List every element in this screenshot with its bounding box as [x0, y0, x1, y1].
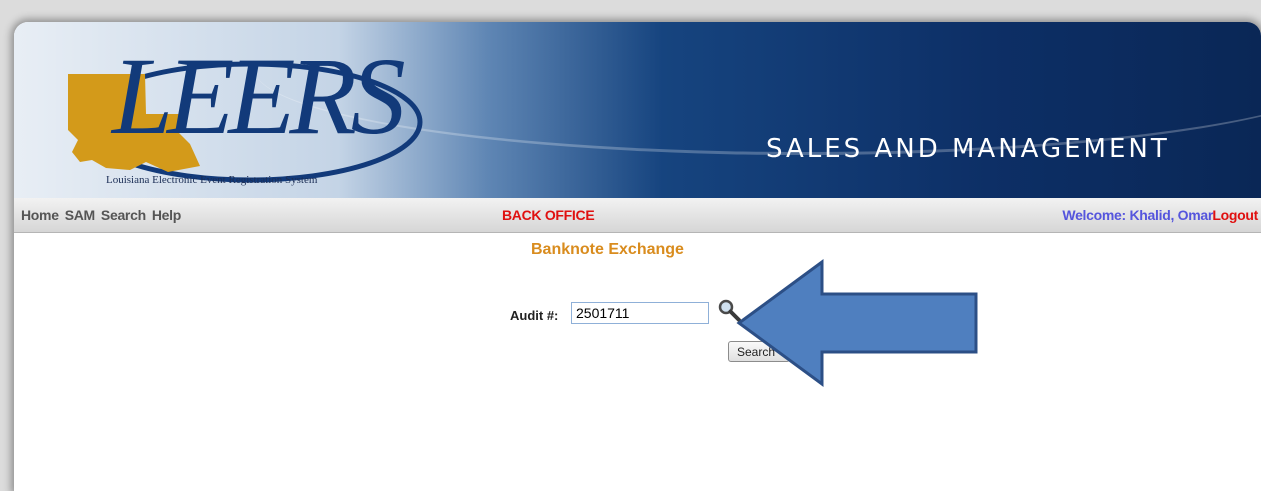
leers-logo: LEERS Louisiana Electronic Event Registr…	[50, 36, 430, 189]
left-arrow-icon	[736, 259, 978, 387]
nav-help-link[interactable]: Help	[152, 207, 181, 223]
audit-number-input[interactable]	[571, 302, 709, 324]
logo-subtitle: Louisiana Electronic Event Registration …	[106, 174, 318, 186]
page-title: Banknote Exchange	[531, 241, 684, 258]
nav-sam-link[interactable]: SAM	[65, 207, 96, 223]
header-banner: LEERS Louisiana Electronic Event Registr…	[14, 22, 1261, 198]
nav-links: Home SAM Search Help	[21, 207, 181, 223]
audit-label: Audit #:	[510, 308, 559, 323]
logout-link[interactable]: Logout	[1212, 207, 1258, 223]
welcome-text: Welcome: Khalid, Omar	[1062, 207, 1213, 223]
nav-search-link[interactable]: Search	[101, 207, 146, 223]
office-label: BACK OFFICE	[502, 207, 595, 223]
nav-home-link[interactable]: Home	[21, 207, 59, 223]
nav-bar: Home SAM Search Help BACK OFFICE Welcome…	[14, 198, 1261, 233]
app-title: SALES AND MANAGEMENT	[766, 134, 1170, 164]
logo-wordmark: LEERS	[112, 35, 406, 157]
